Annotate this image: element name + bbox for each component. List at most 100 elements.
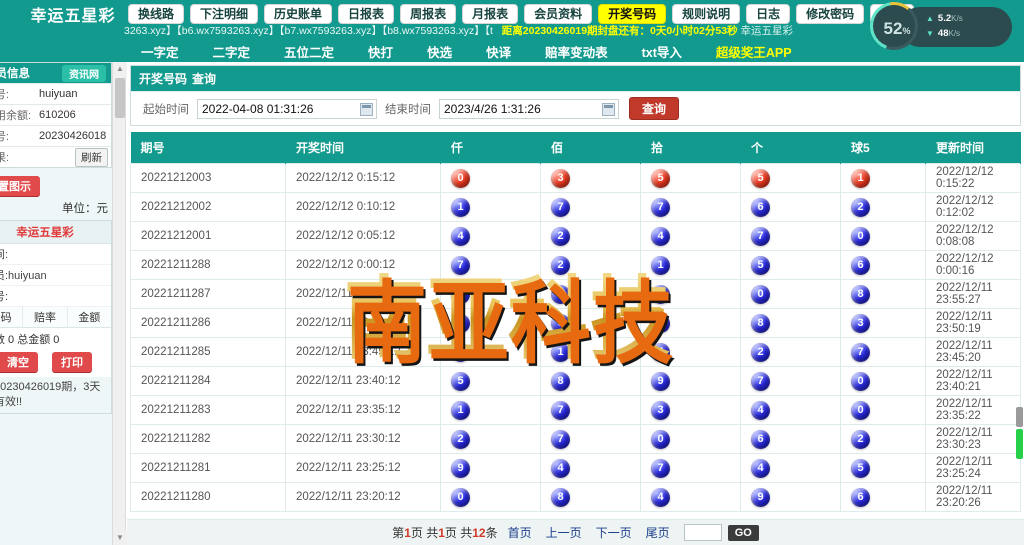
subnav-txt-import[interactable]: txt导入 (625, 42, 699, 61)
pager-first-link[interactable]: 首页 (508, 524, 532, 541)
cell-draw-time: 2022/12/11 23:30:12 (285, 424, 441, 454)
cell-ball-3: 5 (640, 337, 741, 367)
print-button[interactable]: 打印 (52, 352, 92, 372)
number-ball: 2 (851, 197, 870, 217)
cell-period: 20221211280 (130, 482, 286, 512)
cell-ball-5: 0 (840, 395, 926, 425)
nav-button-rizhi[interactable]: 日志 (746, 4, 791, 24)
set-icon-button[interactable]: 设置图示 (0, 176, 40, 196)
inner-scroll-indicator[interactable] (1016, 407, 1023, 459)
th-ge: 个 (740, 132, 841, 164)
cell-ball-3: 4 (640, 482, 741, 512)
pager-jump-input[interactable] (683, 524, 722, 541)
pager-suffix: 条 (485, 526, 498, 540)
subnav-kuaida[interactable]: 快打 (351, 42, 410, 61)
cell-draw-time: 2022/12/11 23:35:12 (285, 395, 441, 425)
subnav-super-app[interactable]: 超级奖王APP (699, 42, 809, 61)
bet-slip-panel: 幸运五星彩 时间: 会员:huiyuan 编号: 号码 赔率 金额 注数 0 总… (0, 220, 112, 414)
nav-button-xiugaimima[interactable]: 修改密码 (796, 4, 865, 24)
subnav-erzi[interactable]: 二字定 (196, 42, 268, 61)
cell-period: 20221211286 (130, 308, 286, 338)
number-ball: 4 (751, 400, 770, 420)
start-time-input[interactable] (198, 99, 348, 118)
settings-row: 设置图示 (0, 172, 112, 198)
nav-button-xiazhumingxi[interactable]: 下注明细 (190, 4, 259, 24)
cell-update-time: 2022/12/11 23:20:26 (925, 482, 1021, 512)
nav-button-yuebaobiao[interactable]: 月报表 (462, 4, 519, 24)
bet-col-odds: 赔率 (22, 307, 66, 327)
pager-total-records: 12 (472, 526, 486, 540)
cell-ball-3: 2 (640, 308, 741, 338)
subnav-wuwei-erding[interactable]: 五位二定 (267, 42, 351, 61)
start-time-field[interactable] (197, 98, 377, 119)
member-row-period: 期号: 20230426018 (0, 125, 111, 146)
cell-ball-3: 7 (640, 453, 741, 483)
cell-period: 20221212001 (130, 221, 286, 251)
cell-ball-5: 2 (840, 192, 926, 222)
pager-last-link[interactable]: 尾页 (646, 524, 670, 541)
refresh-button[interactable]: 刷新 (75, 147, 108, 167)
query-button[interactable]: 查询 (629, 97, 680, 120)
cell-ball-5: 7 (840, 337, 926, 367)
nav-button-kaijianghaoma[interactable]: 开奖号码 (598, 4, 667, 24)
number-ball: 9 (451, 458, 470, 478)
scroll-up-arrow-icon[interactable]: ▲ (113, 62, 127, 76)
cell-ball-4: 7 (740, 221, 841, 251)
number-ball: 4 (651, 284, 670, 304)
th-period: 期号 (130, 132, 286, 164)
news-site-badge[interactable]: 资讯网 (62, 64, 106, 82)
upload-speed-unit: K/s (951, 14, 963, 23)
bet-slip-serial: 编号: (0, 286, 111, 307)
table-row: 20221211288 2022/12/12 0:00:12 7 2 1 5 6 2022/1… (130, 250, 1021, 280)
network-speed-widget[interactable]: ▲ 5.2K/s ▼ 48K/s 52% (866, 2, 1016, 52)
pager-next-link[interactable]: 下一页 (596, 524, 632, 541)
end-time-field[interactable] (439, 98, 619, 119)
calendar-icon[interactable] (360, 102, 373, 116)
table-row: 20221211280 2022/12/11 23:20:12 0 8 4 9 6 2022/… (130, 482, 1021, 512)
page-vertical-scrollbar[interactable]: ▲ ▼ (112, 62, 127, 545)
calendar-icon[interactable] (602, 102, 615, 116)
number-ball: 0 (551, 284, 570, 304)
scrollbar-thumb[interactable] (115, 78, 125, 118)
subnav-peilv-biandongbiao[interactable]: 赔率变动表 (528, 42, 625, 61)
inner-scroll-thumb[interactable] (1016, 429, 1023, 459)
nav-button-zhoubaobiao[interactable]: 周报表 (400, 4, 457, 24)
clear-button[interactable]: 清空 (0, 352, 38, 372)
number-ball: 4 (651, 226, 670, 246)
scroll-down-arrow-icon[interactable]: ▼ (113, 531, 127, 545)
nav-button-huiyuanziliao[interactable]: 会员资料 (524, 4, 593, 24)
cell-ball-5: 8 (840, 279, 926, 309)
cell-ball-4: 6 (740, 192, 841, 222)
cell-ball-4: 2 (740, 337, 841, 367)
cell-ball-3: 7 (640, 192, 741, 222)
cell-period: 20221211282 (130, 424, 286, 454)
nav-button-guizeshuoming[interactable]: 规则说明 (672, 4, 741, 24)
subnav-kuaixuan[interactable]: 快选 (410, 42, 469, 61)
cell-period: 20221212003 (130, 163, 286, 193)
number-ball: 6 (851, 487, 870, 507)
pager-prev-link[interactable]: 上一页 (546, 524, 582, 541)
nav-button-huanxianlu[interactable]: 换线路 (128, 4, 185, 24)
number-ball: 0 (851, 226, 870, 246)
number-ball: 7 (651, 197, 670, 217)
cell-ball-5: 2 (840, 424, 926, 454)
th-draw-time: 开奖时间 (285, 132, 441, 164)
number-ball: 1 (551, 342, 570, 362)
member-result-value: 刷新 (39, 147, 111, 167)
cell-ball-1: 0 (440, 163, 541, 193)
app-header: 幸运五星彩 换线路 下注明细 历史账单 日报表 周报表 月报表 会员资料 开奖号… (0, 0, 1024, 62)
number-ball: 4 (451, 226, 470, 246)
bet-slip-notice: 第20230426019期，3天内有效!! (0, 377, 111, 413)
subnav-kuaiyi[interactable]: 快译 (469, 42, 528, 61)
left-sidebar: 会员信息 资讯网 账号: huiyuan 可用余额: 610206 期号: 20… (0, 62, 112, 545)
cell-draw-time: 2022/12/11 23:40:12 (285, 366, 441, 396)
cell-ball-2: 8 (540, 482, 641, 512)
subnav-yizi[interactable]: 一字定 (124, 42, 196, 61)
nav-button-lishizhangdan[interactable]: 历史账单 (264, 4, 333, 24)
pager-go-button[interactable]: GO (727, 524, 759, 541)
cell-draw-time: 2022/12/11 23:45:12 (285, 337, 441, 367)
end-time-input[interactable] (440, 99, 590, 118)
cell-ball-4: 8 (740, 308, 841, 338)
nav-button-ribaobiao[interactable]: 日报表 (338, 4, 395, 24)
number-ball: 2 (551, 226, 570, 246)
